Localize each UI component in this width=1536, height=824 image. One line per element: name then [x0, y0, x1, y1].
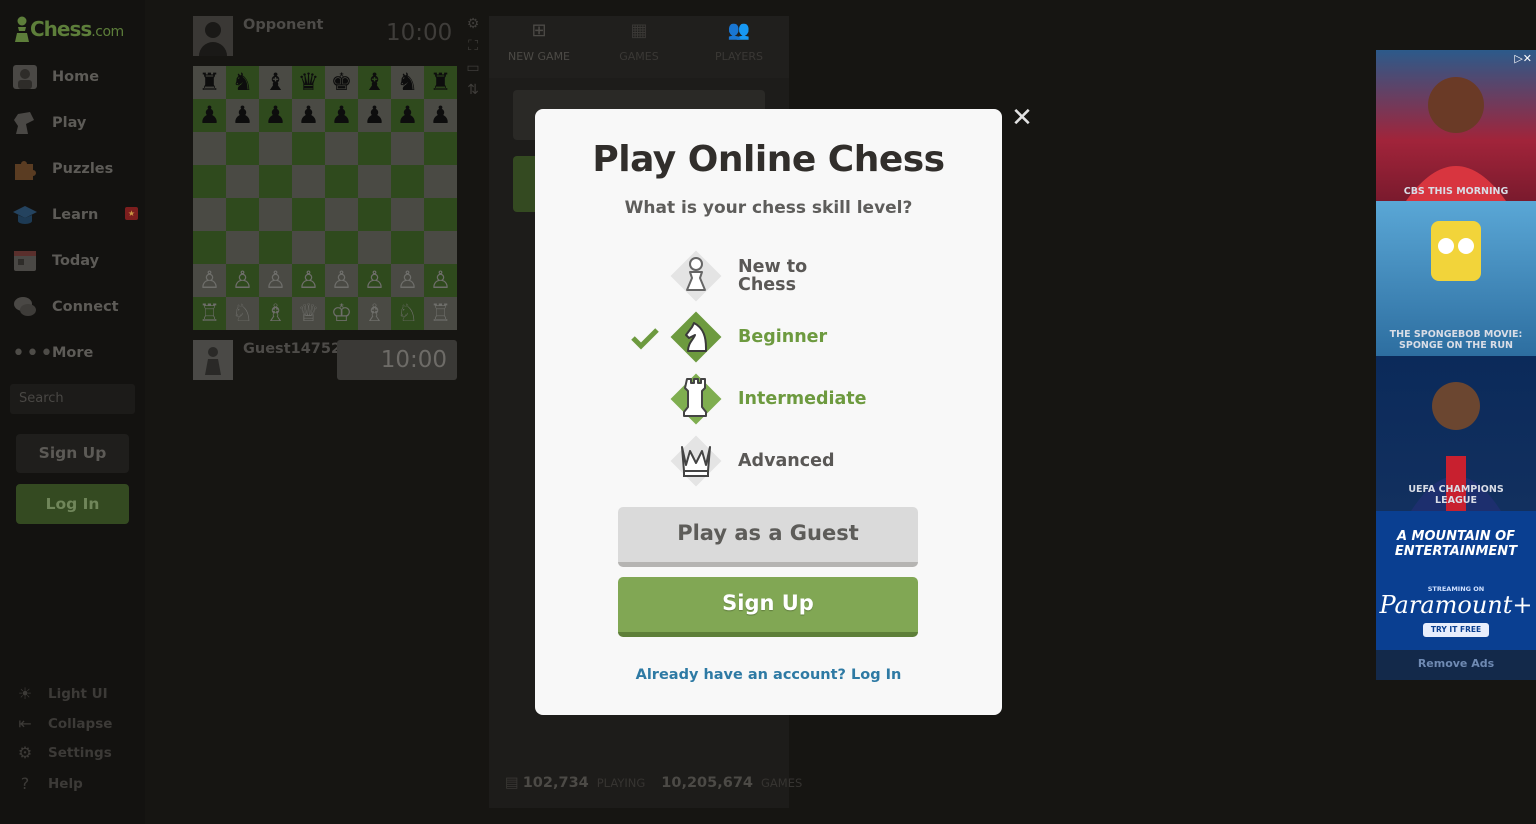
- knight-icon: [670, 311, 722, 363]
- signup-button[interactable]: Sign Up: [618, 577, 918, 637]
- modal-subtitle: What is your chess skill level?: [624, 198, 913, 218]
- rook-icon: [670, 373, 722, 425]
- level-option-intermediate[interactable]: Intermediate: [630, 371, 930, 431]
- level-option-beginner[interactable]: Beginner: [630, 309, 930, 369]
- level-option-advanced[interactable]: Advanced: [630, 433, 930, 493]
- queen-icon: [670, 435, 722, 487]
- modal-title: Play Online Chess: [592, 139, 945, 180]
- login-link[interactable]: Already have an account? Log In: [535, 667, 1002, 683]
- pawn-icon: [670, 250, 722, 302]
- close-icon[interactable]: ✕: [1010, 104, 1034, 132]
- play-as-guest-button[interactable]: Play as a Guest: [618, 507, 918, 567]
- skill-level-modal: Play Online Chess What is your chess ski…: [535, 109, 1002, 715]
- level-option-new[interactable]: New to Chess: [630, 248, 930, 308]
- checkmark-icon: [631, 328, 659, 350]
